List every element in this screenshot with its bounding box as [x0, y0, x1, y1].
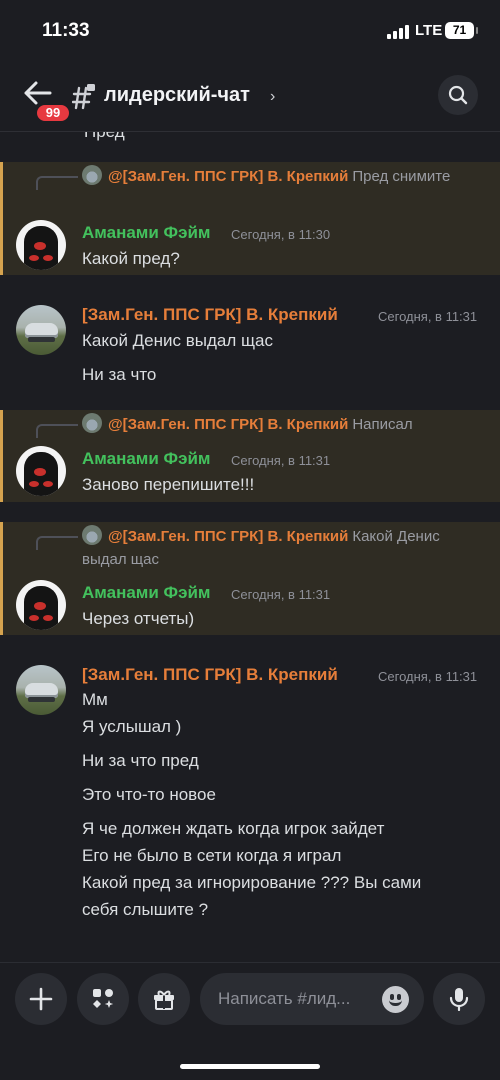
- reply-avatar: [82, 525, 102, 545]
- timestamp: Сегодня, в 11:31: [231, 587, 331, 602]
- timestamp: Сегодня, в 11:31: [378, 309, 478, 324]
- gift-button[interactable]: [138, 973, 190, 1025]
- apps-icon: [93, 989, 114, 1008]
- message-text: Какой пред за игнорирование ??? Вы сами: [82, 873, 422, 892]
- message-text: Это что-то новое: [82, 785, 216, 804]
- reply-avatar: [82, 165, 102, 185]
- search-icon: [448, 85, 468, 105]
- avatar[interactable]: [16, 446, 66, 496]
- reply-preview[interactable]: @[Зам.Ген. ППС ГРК] В. Крепкий Написал: [82, 413, 482, 436]
- home-indicator: [180, 1064, 320, 1069]
- message-text: Я услышал ): [82, 717, 182, 736]
- reply-author: @[Зам.Ген. ППС ГРК] В. Крепкий: [108, 528, 349, 545]
- reply-text: Написал: [352, 416, 413, 433]
- plus-button[interactable]: [15, 973, 67, 1025]
- emoji-mouth: [389, 1000, 402, 1006]
- message-text: себя слышите ?: [82, 900, 209, 919]
- reply-avatar: [82, 413, 102, 433]
- message-text: Я че должен ждать когда игрок зайдет: [82, 819, 385, 838]
- message-text: Мм: [82, 690, 108, 709]
- message-text: Ни за что пред: [82, 751, 199, 770]
- network-type: LTE: [415, 22, 443, 39]
- message-group[interactable]: [Зам.Ген. ППС ГРК] В. Крепкий Сегодня, в…: [0, 657, 500, 957]
- reply-author: @[Зам.Ген. ППС ГРК] В. Крепкий: [108, 168, 349, 185]
- author-name[interactable]: Аманами Фэйм: [82, 223, 210, 243]
- battery-icon: 71: [445, 22, 478, 39]
- author-name[interactable]: [Зам.Ген. ППС ГРК] В. Крепкий: [82, 305, 338, 325]
- author-name[interactable]: [Зам.Ген. ППС ГРК] В. Крепкий: [82, 665, 338, 685]
- message-text: Какой пред?: [82, 249, 180, 268]
- message-text: Заново перепишите!!!: [82, 475, 255, 494]
- message-text: Через отчеты): [82, 609, 195, 628]
- microphone-icon: [449, 988, 469, 1011]
- timestamp: Сегодня, в 11:31: [378, 669, 478, 684]
- reply-preview[interactable]: @[Зам.Ген. ППС ГРК] В. Крепкий Какой Дени…: [82, 525, 482, 571]
- message-text: Ни за что: [82, 365, 157, 384]
- apps-button[interactable]: [77, 973, 129, 1025]
- reply-connector: [36, 536, 78, 550]
- plus-icon: [29, 987, 53, 1011]
- gift-icon: [154, 990, 174, 1010]
- timestamp: Сегодня, в 11:31: [231, 453, 331, 468]
- emoji-icon[interactable]: [382, 986, 409, 1013]
- cellular-signal-icon: [387, 25, 409, 39]
- reply-connector: [36, 424, 78, 438]
- composer-bar: Написать #лид...: [0, 962, 500, 1080]
- author-name[interactable]: Аманами Фэйм: [82, 583, 210, 603]
- reply-author: @[Зам.Ген. ППС ГРК] В. Крепкий: [108, 416, 349, 433]
- reply-connector: [36, 176, 78, 190]
- message-list[interactable]: Пред @[Зам.Ген. ППС ГРК] В. КрепкийПред …: [0, 132, 500, 962]
- unread-badge: 99: [34, 102, 72, 124]
- message-text: Какой Денис выдал щас: [82, 331, 273, 350]
- clock: 11:33: [42, 20, 90, 41]
- avatar[interactable]: [16, 220, 66, 270]
- timestamp: Сегодня, в 11:30: [231, 227, 331, 242]
- avatar[interactable]: [16, 305, 66, 355]
- reply-text: Пред снимите: [352, 168, 451, 185]
- message-input[interactable]: Написать #лид...: [200, 973, 424, 1025]
- message-group[interactable]: @[Зам.Ген. ППС ГРК] В. Крепкий Написал Ам…: [0, 410, 500, 502]
- avatar[interactable]: [16, 665, 66, 715]
- author-name[interactable]: Аманами Фэйм: [82, 449, 210, 469]
- reply-preview[interactable]: @[Зам.Ген. ППС ГРК] В. Крепкий Пред сними…: [82, 165, 482, 188]
- status-bar: 11:33 LTE 71: [0, 0, 500, 62]
- voice-button[interactable]: [433, 973, 485, 1025]
- message-group[interactable]: [Зам.Ген. ППС ГРК] В. Крепкий Сегодня, в…: [0, 297, 500, 397]
- channel-header: 99 лидерский-чат ›: [0, 62, 500, 132]
- message-input-placeholder: Написать #лид...: [218, 989, 351, 1008]
- hash-lock-icon: [71, 82, 96, 110]
- message-text: Его не было в сети когда я играл: [82, 846, 342, 865]
- message-group[interactable]: @[Зам.Ген. ППС ГРК] В. Крепкий Какой Дени…: [0, 522, 500, 635]
- search-button[interactable]: [438, 75, 478, 115]
- channel-name[interactable]: лидерский-чат: [104, 84, 250, 107]
- message-group[interactable]: @[Зам.Ген. ППС ГРК] В. Крепкий Пред сними…: [0, 162, 500, 275]
- avatar[interactable]: [16, 580, 66, 630]
- chevron-right-icon[interactable]: ›: [270, 88, 275, 106]
- cut-off-message: Пред: [84, 132, 125, 142]
